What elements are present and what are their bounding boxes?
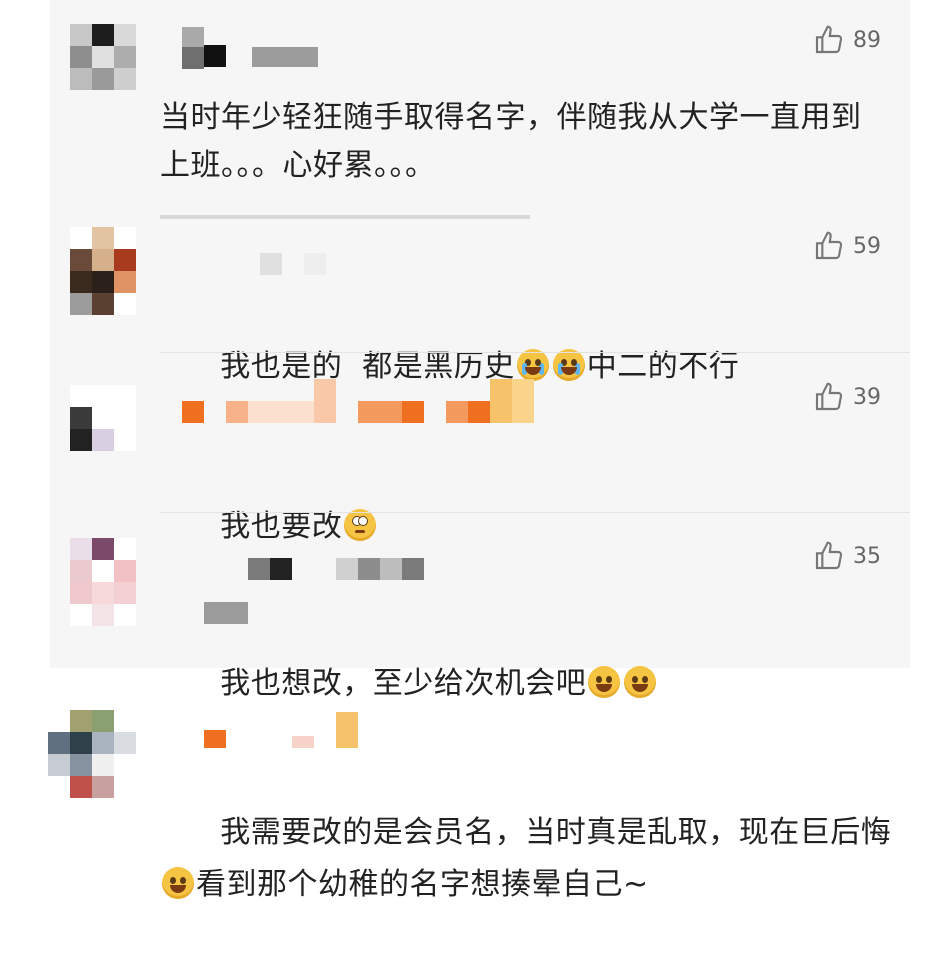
avatar[interactable] bbox=[70, 24, 136, 90]
thumbs-up-icon bbox=[815, 25, 843, 54]
username-pixelated[interactable] bbox=[204, 708, 358, 748]
username-pixelated[interactable] bbox=[182, 379, 534, 423]
comment-text-part: 我也是的 都是黑历史 bbox=[220, 349, 515, 384]
like-count: 35 bbox=[853, 543, 881, 569]
like-count: 39 bbox=[853, 384, 881, 410]
crying-face-icon bbox=[516, 349, 549, 381]
eye-roll-face-icon bbox=[344, 509, 377, 541]
comment-text: 当时年少轻狂随手取得名字，伴随我从大学一直用到上班。。。心好累。。。 bbox=[160, 100, 862, 183]
like-button[interactable]: 35 bbox=[813, 540, 881, 572]
username-pixelated[interactable] bbox=[260, 235, 326, 275]
like-button[interactable]: 59 bbox=[813, 230, 881, 262]
divider bbox=[160, 215, 530, 219]
avatar[interactable] bbox=[48, 710, 136, 798]
username-pixelated[interactable] bbox=[204, 558, 424, 624]
thumbs-up-icon bbox=[815, 231, 843, 260]
like-count: 59 bbox=[853, 233, 881, 259]
laughing-face-icon bbox=[624, 666, 657, 698]
comment-text-part: 中二的不行 bbox=[586, 349, 740, 384]
laughing-face-icon bbox=[588, 666, 621, 698]
avatar[interactable] bbox=[70, 385, 136, 451]
comment-text-part: 看到那个幼稚的名字想揍晕自己~ bbox=[196, 867, 649, 902]
laughing-face-icon bbox=[162, 867, 194, 899]
comment-text: 我需要改的是会员名，当时真是乱取，现在巨后悔看到那个幼稚的名字想揍晕自己~ bbox=[160, 755, 900, 963]
comment-text-part: 我也想改，至少给次机会吧 bbox=[220, 666, 587, 701]
like-button[interactable]: 39 bbox=[813, 381, 881, 413]
crying-face-icon bbox=[552, 349, 585, 381]
username-pixelated[interactable] bbox=[182, 27, 318, 69]
like-button[interactable]: 89 bbox=[813, 24, 881, 56]
thumbs-up-icon bbox=[815, 541, 843, 570]
comment-text-part: 我也要改 bbox=[220, 509, 343, 544]
thumbs-up-icon bbox=[815, 382, 843, 411]
comment-screenshot: 89 当时年少轻狂随手取得名字，伴随我从大学一直用到上班。。。心好累。。。 59… bbox=[0, 0, 938, 902]
avatar[interactable] bbox=[70, 538, 136, 626]
avatar[interactable] bbox=[70, 227, 136, 315]
comment-text-part: 我需要改的是会员名，当时真是乱取，现在巨后悔 bbox=[220, 815, 892, 850]
divider bbox=[160, 512, 910, 513]
divider bbox=[160, 352, 910, 353]
like-count: 89 bbox=[853, 27, 881, 53]
